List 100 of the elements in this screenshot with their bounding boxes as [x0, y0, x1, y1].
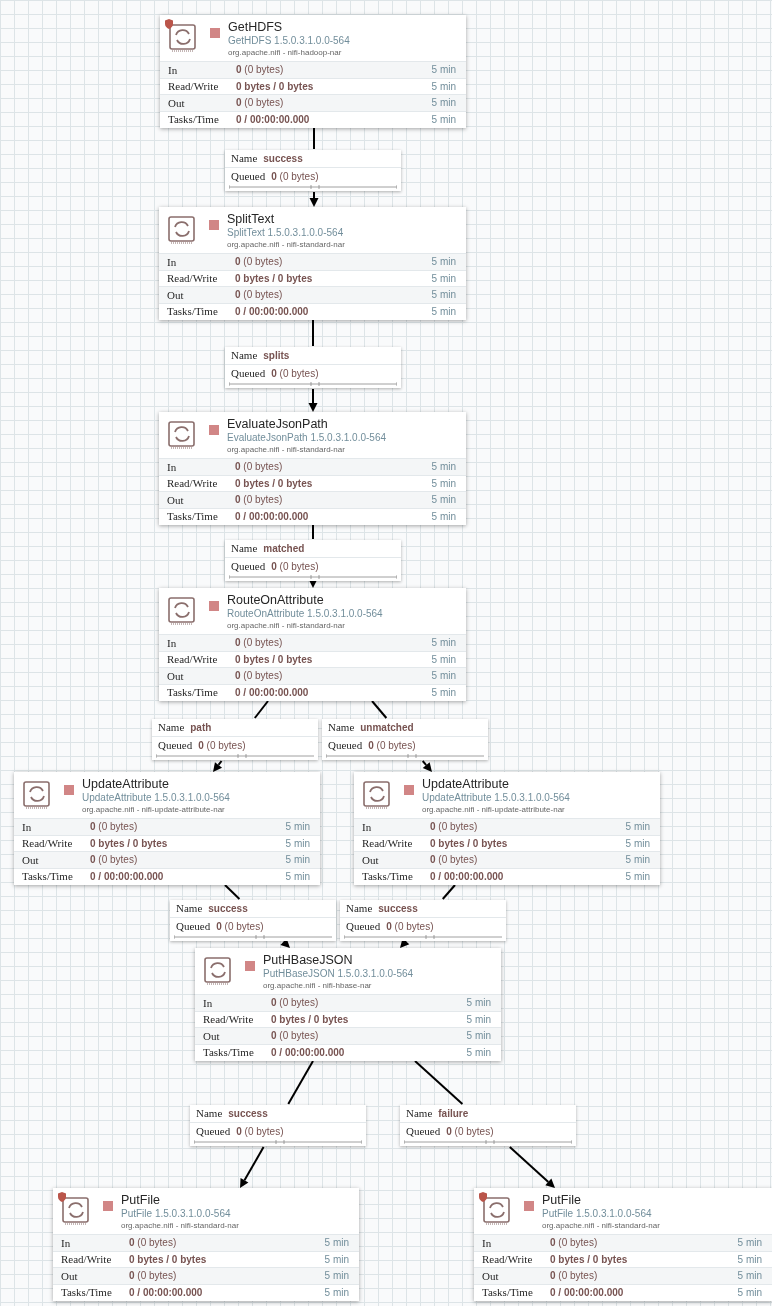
stat-period: 5 min — [737, 1269, 762, 1284]
stat-period: 5 min — [285, 836, 310, 851]
stat-label: In — [167, 254, 178, 270]
stat-label: In — [168, 62, 179, 78]
connection-label[interactable]: Name success Queued 0 (0 bytes) — [170, 900, 336, 941]
processor-icon — [22, 779, 52, 809]
processor-name: UpdateAttribute — [82, 777, 170, 792]
connection-label[interactable]: Name unmatched Queued 0 (0 bytes) — [322, 719, 488, 760]
processor-icon — [482, 1195, 512, 1225]
processor-card[interactable]: RouteOnAttribute RouteOnAttribute 1.5.0.3.1.0.0-564 org.apache.nifi - nifi-standard-nar In 0 (0 bytes) 5 min Read/Write 0 bytes / 0 bytes 5 min Out 0 (0 bytes) 5 min Tasks/Time 0 / 00:00:00.000 5 min — [159, 588, 466, 701]
stat-value: 0 (0 bytes) — [235, 288, 284, 303]
field-label: Name — [176, 901, 203, 917]
stat-period: 5 min — [737, 1252, 762, 1267]
connection-arrow[interactable] — [309, 191, 319, 207]
processor-bundle: org.apache.nifi - nifi-standard-nar — [227, 239, 345, 250]
processor-bundle: org.apache.nifi - nifi-update-attribute-nar — [422, 804, 566, 815]
stat-value: 0 (0 bytes) — [129, 1269, 178, 1284]
stat-period: 5 min — [431, 63, 456, 78]
processor-card[interactable] — [14, 772, 320, 885]
stat-label: Tasks/Time — [167, 509, 219, 524]
connection-label[interactable]: Name success Queued 0 (0 bytes) — [340, 900, 506, 941]
connection-line[interactable] — [414, 1060, 464, 1105]
stat-label: In — [482, 1235, 493, 1251]
connection-label[interactable]: Name success Queued 0 (0 bytes) — [225, 150, 401, 191]
connection-line[interactable] — [253, 700, 269, 719]
stat-value: 0 bytes / 0 bytes — [129, 1252, 208, 1267]
processor-type: PutFile 1.5.0.3.1.0.0-564 — [121, 1208, 232, 1220]
stat-value: 0 bytes / 0 bytes — [550, 1252, 629, 1267]
stat-period: 5 min — [466, 1029, 491, 1044]
stat-period: 5 min — [625, 869, 650, 884]
connection-line[interactable] — [441, 884, 456, 900]
field-label: Queued — [406, 1124, 441, 1140]
processor-name: UpdateAttribute — [422, 777, 510, 792]
field-label: Name — [196, 1106, 223, 1122]
stat-period: 5 min — [625, 820, 650, 835]
connection-line[interactable] — [287, 1060, 314, 1105]
processor-bundle: org.apache.nifi - nifi-hadoop-nar — [228, 47, 343, 58]
connection-arrow[interactable] — [240, 1146, 265, 1188]
connection-line[interactable] — [312, 319, 314, 347]
stat-value: 0 / 00:00:00.000 — [235, 685, 310, 700]
stat-period: 5 min — [324, 1269, 349, 1284]
processor-icon — [167, 214, 197, 244]
stat-period: 5 min — [285, 853, 310, 868]
stat-period: 5 min — [431, 304, 456, 319]
stat-value: 0 (0 bytes) — [271, 1029, 320, 1044]
processor-card[interactable]: GetHDFS GetHDFS 1.5.0.3.1.0.0-564 org.apache.nifi - nifi-hadoop-nar In 0 (0 bytes) 5 min Read/Write 0 bytes / 0 bytes 5 min Out 0 (0 bytes) 5 min Tasks/Time 0 / 00:00:00.000 5 min — [160, 15, 466, 128]
stat-value: 0 / 00:00:00.000 — [90, 869, 165, 884]
connection-label[interactable]: Name matched Queued 0 (0 bytes) — [225, 540, 401, 581]
processor-name: PutHBaseJSON — [263, 953, 354, 968]
connection-label[interactable]: Name success Queued 0 (0 bytes) — [190, 1105, 366, 1146]
connection-name: failure — [438, 1107, 469, 1121]
field-label: Queued — [158, 738, 193, 754]
stat-label: Out — [167, 492, 185, 508]
connection-name: success — [378, 902, 418, 916]
processor-icon — [168, 22, 198, 52]
processor-bundle: org.apache.nifi - nifi-standard-nar — [121, 1220, 239, 1231]
stat-value: 0 (0 bytes) — [236, 63, 285, 78]
stat-value: 0 bytes / 0 bytes — [235, 652, 314, 667]
connection-label[interactable]: Name failure Queued 0 (0 bytes) — [400, 1105, 576, 1146]
processor-type: RouteOnAttribute 1.5.0.3.1.0.0-564 — [227, 608, 383, 620]
stat-label: Read/Write — [482, 1252, 534, 1267]
connection-line[interactable] — [224, 884, 241, 900]
processor-icon — [61, 1195, 91, 1225]
processor-card[interactable]: PutHBaseJSON PutHBaseJSON 1.5.0.3.1.0.0-564 org.apache.nifi - nifi-hbase-nar In 0 (0 bytes) 5 min Read/Write 0 bytes / 0 bytes 5 min Out 0 (0 bytes) 5 min Tasks/Time 0 / 00:00:00.000 5 min — [195, 948, 501, 1061]
queued-value: 0 (0 bytes) — [386, 920, 434, 934]
connection-label[interactable]: Name path Queued 0 (0 bytes) — [152, 719, 318, 760]
connection-arrow[interactable] — [421, 760, 432, 772]
connection-arrow[interactable] — [308, 388, 318, 412]
stat-label: Read/Write — [167, 476, 219, 491]
stat-period: 5 min — [466, 996, 491, 1011]
stat-period: 5 min — [737, 1236, 762, 1251]
processor-icon — [167, 419, 197, 449]
connection-name: success — [228, 1107, 268, 1121]
connection-line[interactable] — [312, 524, 314, 540]
field-label: Name — [346, 901, 373, 917]
stat-label: Tasks/Time — [22, 869, 74, 884]
stat-period: 5 min — [431, 112, 456, 127]
field-label: Name — [231, 151, 258, 167]
queued-value: 0 (0 bytes) — [446, 1125, 494, 1139]
processor-icon — [362, 779, 392, 809]
processor-card[interactable]: PutFile PutFile 1.5.0.3.1.0.0-564 org.apache.nifi - nifi-standard-nar In 0 (0 bytes) 5 min Read/Write 0 bytes / 0 bytes 5 min Out 0 (0 bytes) 5 min Tasks/Time 0 / 00:00:00.000 5 min — [474, 1188, 772, 1301]
processor-card[interactable] — [354, 772, 660, 885]
connection-arrow[interactable] — [508, 1146, 555, 1188]
connection-name: success — [208, 902, 248, 916]
stat-label: Tasks/Time — [167, 685, 219, 700]
queued-value: 0 (0 bytes) — [198, 739, 246, 753]
processor-card[interactable]: SplitText SplitText 1.5.0.3.1.0.0-564 org.apache.nifi - nifi-standard-nar In 0 (0 bytes) 5 min Read/Write 0 bytes / 0 bytes 5 min Out 0 (0 bytes) 5 min Tasks/Time 0 / 00:00:00.000 5 min — [159, 207, 466, 320]
connection-line[interactable] — [371, 700, 388, 719]
stat-value: 0 (0 bytes) — [235, 636, 284, 651]
stat-period: 5 min — [625, 853, 650, 868]
connection-label[interactable]: Name splits Queued 0 (0 bytes) — [225, 347, 401, 388]
stat-period: 5 min — [466, 1012, 491, 1027]
processor-name: GetHDFS — [228, 20, 284, 35]
stat-value: 0 (0 bytes) — [430, 820, 479, 835]
processor-card[interactable]: EvaluateJsonPath EvaluateJsonPath 1.5.0.3.1.0.0-564 org.apache.nifi - nifi-standard-nar In 0 (0 bytes) 5 min Read/Write 0 bytes / 0 bytes 5 min Out 0 (0 bytes) 5 min Tasks/Time 0 / 00:00:00.000 5 min — [159, 412, 466, 525]
connection-line[interactable] — [313, 127, 315, 150]
connection-arrow[interactable] — [213, 760, 223, 772]
queued-value: 0 (0 bytes) — [216, 920, 264, 934]
stat-period: 5 min — [431, 685, 456, 700]
processor-card[interactable]: PutFile PutFile 1.5.0.3.1.0.0-564 org.apache.nifi - nifi-standard-nar In 0 (0 bytes) 5 min Read/Write 0 bytes / 0 bytes 5 min Out 0 (0 bytes) 5 min Tasks/Time 0 / 00:00:00.000 5 min — [53, 1188, 359, 1301]
